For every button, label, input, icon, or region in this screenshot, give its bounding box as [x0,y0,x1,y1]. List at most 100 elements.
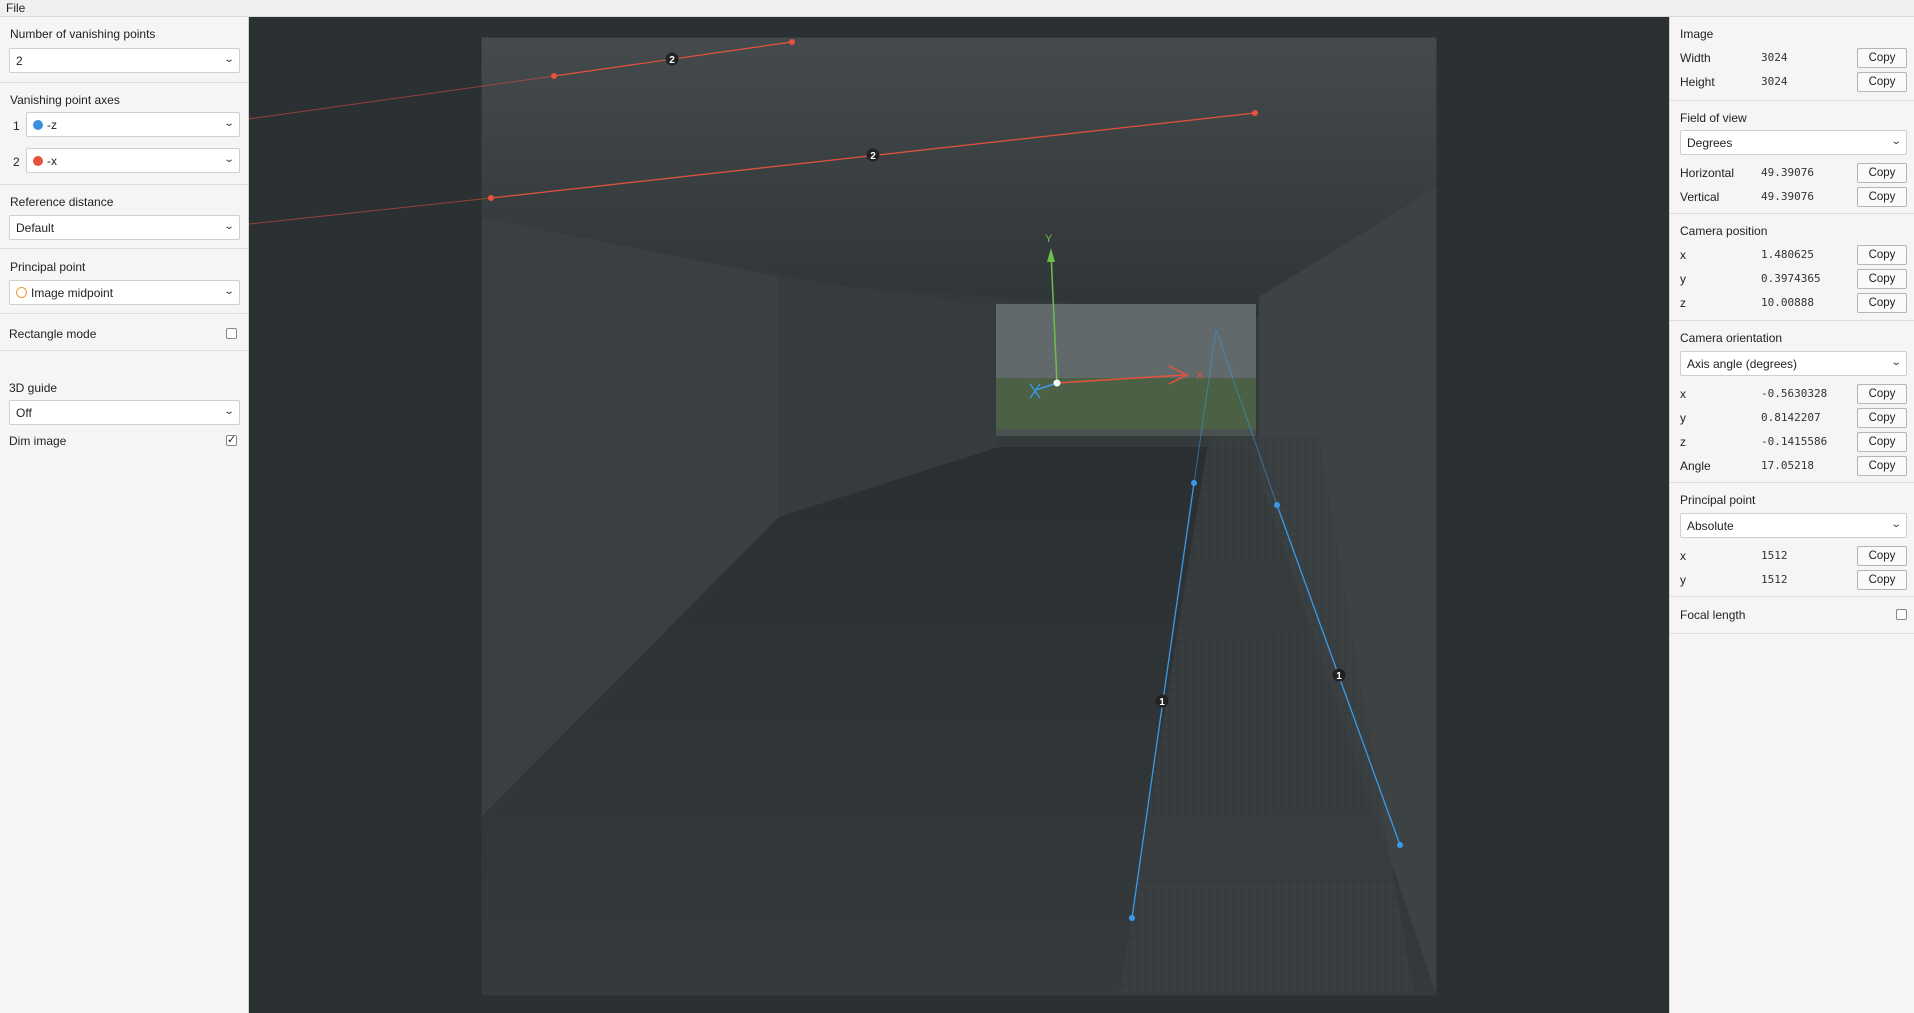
vp1-handle[interactable] [1129,915,1135,921]
copy-button[interactable]: Copy [1857,456,1907,476]
focal-length-section: Focal length [1670,597,1914,634]
dim-image-section: Dim image [0,426,248,460]
ref-distance-select[interactable]: Default ⌄ [9,215,240,240]
right-principal-point-section: Principal point Absolute ⌄ x 1512 Copy y… [1670,483,1914,597]
vp1-handle[interactable] [1274,502,1280,508]
fov-horizontal-label: Horizontal [1680,166,1735,180]
vp-axes-section: Vanishing point axes 1 -z ⌄ 2 -x ⌄ [0,83,248,185]
vp1-marker-label: 1 [1159,697,1165,708]
copy-button[interactable]: Copy [1857,245,1907,265]
fov-vertical-label: Vertical [1680,190,1720,204]
vp2-handle[interactable] [789,39,795,45]
vp2-handle[interactable] [1252,110,1258,116]
image-height-row: Height 3024 Copy [1680,72,1907,92]
blue-dot-icon [33,120,43,130]
axis-x-label: X [1196,370,1204,382]
principal-point-section: Principal point Image midpoint ⌄ [0,249,248,314]
ref-distance-value: Default [16,221,55,235]
camera-position-y-row: y 0.3974365 Copy [1680,269,1907,289]
num-vanishing-points-select[interactable]: 2 ⌄ [9,48,240,73]
vp-axis-index-2: 2 [13,155,20,169]
guide-select[interactable]: Off ⌄ [9,400,240,425]
camera-orientation-title: Camera orientation [1680,331,1783,345]
canvas-svg: 2 2 1 1 Y X [249,36,1438,997]
rectangle-mode-section: Rectangle mode [0,314,248,351]
copy-button[interactable]: Copy [1857,546,1907,566]
vp-axis-select-1[interactable]: -z ⌄ [26,112,240,137]
menu-file[interactable]: File [6,1,25,15]
camera-position-x-value: 1.480625 [1761,248,1814,261]
chevron-down-icon: ⌄ [1890,519,1902,530]
axis-y-label: Y [1045,233,1053,245]
image-height-label: Height [1680,75,1715,89]
copy-button[interactable]: Copy [1857,163,1907,183]
copy-button[interactable]: Copy [1857,570,1907,590]
num-vanishing-points-value: 2 [16,54,23,68]
camera-position-title: Camera position [1680,224,1768,238]
vp1-handle[interactable] [1397,842,1403,848]
vp-axis-select-2[interactable]: -x ⌄ [26,148,240,173]
camera-orientation-x-row: x -0.5630328 Copy [1680,384,1907,404]
camera-orientation-angle-row: Angle 17.05218 Copy [1680,456,1907,476]
image-width-row: Width 3024 Copy [1680,48,1907,68]
principal-point-select[interactable]: Image midpoint ⌄ [9,280,240,305]
camera-orientation-y-row: y 0.8142207 Copy [1680,408,1907,428]
principal-point-value: Image midpoint [31,286,114,300]
camera-orientation-x-label: x [1680,387,1686,401]
chevron-down-icon: ⌄ [1890,357,1902,368]
dim-image-checkbox[interactable] [226,433,237,446]
image-title: Image [1680,27,1714,41]
focal-length-checkbox[interactable] [1896,609,1907,620]
chevron-down-icon: ⌄ [223,154,235,165]
origin-handle[interactable] [1053,379,1061,387]
camera-position-y-label: y [1680,272,1686,286]
rectangle-mode-label: Rectangle mode [9,327,97,341]
camera-orientation-z-row: z -0.1415586 Copy [1680,432,1907,452]
right-principal-point-y-row: y 1512 Copy [1680,570,1907,590]
guide-section: 3D guide Off ⌄ [0,351,248,426]
fov-title: Field of view [1680,111,1747,125]
copy-button[interactable]: Copy [1857,72,1907,92]
camera-position-x-row: x 1.480625 Copy [1680,245,1907,265]
vp1-marker-label: 1 [1336,671,1342,682]
num-vanishing-points-section: Number of vanishing points 2 ⌄ [0,17,248,83]
camera-position-z-row: z 10.00888 Copy [1680,293,1907,313]
right-principal-point-mode-select[interactable]: Absolute ⌄ [1680,513,1907,538]
camera-position-x-label: x [1680,248,1686,262]
right-principal-point-x-value: 1512 [1761,549,1788,562]
vp-axis-index-1: 1 [13,119,20,133]
camera-orientation-x-value: -0.5630328 [1761,387,1828,400]
copy-button[interactable]: Copy [1857,408,1907,428]
camera-orientation-mode-select[interactable]: Axis angle (degrees) ⌄ [1680,351,1907,376]
fov-unit-select[interactable]: Degrees ⌄ [1680,130,1907,155]
vp-axes-label: Vanishing point axes [10,93,120,107]
principal-point-label: Principal point [10,260,86,274]
copy-button[interactable]: Copy [1857,48,1907,68]
camera-orientation-y-value: 0.8142207 [1761,411,1821,424]
camera-position-z-label: z [1680,296,1686,310]
copy-button[interactable]: Copy [1857,269,1907,289]
vp2-marker-label: 2 [669,55,675,66]
focal-length-title: Focal length [1680,608,1746,622]
fov-vertical-value: 49.39076 [1761,190,1814,203]
fov-horizontal-row: Horizontal 49.39076 Copy [1680,163,1907,183]
image-canvas[interactable]: 2 2 1 1 Y X [249,17,1669,1013]
rectangle-mode-checkbox[interactable] [226,328,237,339]
guide-label: 3D guide [9,381,58,395]
fov-vertical-row: Vertical 49.39076 Copy [1680,187,1907,207]
vp1-handle[interactable] [1191,480,1197,486]
copy-button[interactable]: Copy [1857,293,1907,313]
camera-orientation-section: Camera orientation Axis angle (degrees) … [1670,321,1914,483]
camera-orientation-z-value: -0.1415586 [1761,435,1828,448]
image-width-value: 3024 [1761,51,1788,64]
copy-button[interactable]: Copy [1857,432,1907,452]
vp2-handle[interactable] [488,195,494,201]
right-principal-point-y-value: 1512 [1761,573,1788,586]
vp2-handle[interactable] [551,73,557,79]
copy-button[interactable]: Copy [1857,384,1907,404]
right-principal-point-x-label: x [1680,549,1686,563]
copy-button[interactable]: Copy [1857,187,1907,207]
chevron-down-icon: ⌄ [223,118,235,129]
vp-axis-value-2: -x [47,154,57,168]
fov-section: Field of view Degrees ⌄ Horizontal 49.39… [1670,101,1914,214]
